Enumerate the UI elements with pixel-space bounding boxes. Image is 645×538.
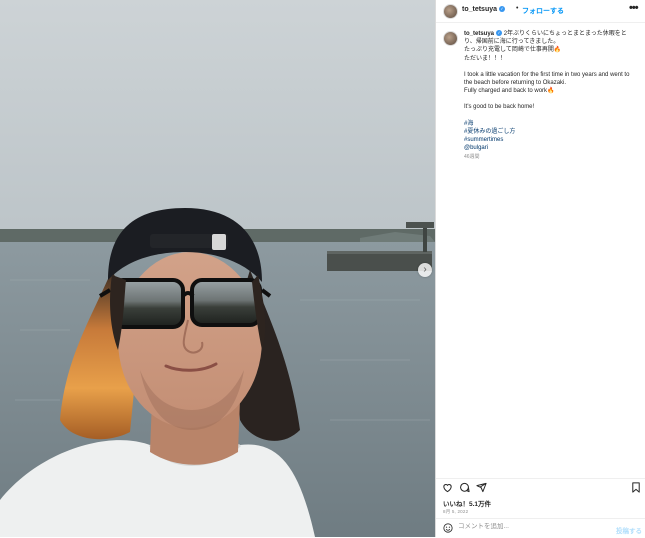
hashtag-link[interactable]: #海: [464, 120, 638, 128]
caption-username[interactable]: to_tetsuya: [464, 31, 494, 37]
chevron-right-icon: ›: [423, 264, 427, 275]
post-photo[interactable]: ›: [0, 0, 435, 537]
action-bar: [436, 478, 645, 497]
share-icon[interactable]: [476, 482, 487, 493]
follow-button[interactable]: フォローする: [522, 6, 564, 16]
caption-line-jp-3: ただいま！！！: [464, 55, 507, 62]
comment-bar: 投稿する: [436, 518, 645, 538]
post-date: 8月 5, 2022: [443, 509, 469, 514]
avatar[interactable]: [443, 4, 458, 19]
verified-badge-icon: ✓: [496, 30, 503, 37]
heart-icon[interactable]: [442, 482, 453, 493]
caption-line-en-2: Fully charged and back to work🔥: [464, 88, 555, 95]
post-comment-button[interactable]: 投稿する: [616, 525, 642, 535]
next-photo-button[interactable]: ›: [418, 263, 432, 277]
likes-count[interactable]: いいね！5.1万件: [443, 498, 491, 508]
caption-avatar[interactable]: [443, 31, 458, 46]
more-options-icon[interactable]: •••: [629, 2, 639, 14]
caption-line-home: It's good to be back home!: [464, 104, 535, 111]
caption-text: to_tetsuya ✓ 2年ぶりくらいにちょっとまとまった休暇をとり、帰国前に海…: [464, 30, 638, 162]
mention-link[interactable]: @bulgari: [464, 144, 638, 152]
username-text[interactable]: to_tetsuya: [462, 6, 497, 13]
selfie-photo: [0, 0, 435, 537]
hashtag-link[interactable]: #summertimes: [464, 136, 638, 144]
emoji-icon[interactable]: [443, 523, 453, 533]
verified-badge-icon: ✓: [499, 6, 506, 13]
header-username[interactable]: to_tetsuya ✓: [462, 6, 506, 13]
caption-line-jp-2: たっぷり充電して岡崎で仕事再開🔥: [464, 47, 562, 54]
bookmark-icon[interactable]: [631, 482, 641, 493]
instagram-post-embed: › to_tetsuya ✓ • フォローする ••• to_tetsuya ✓ 2…: [0, 0, 645, 537]
separator-dot: •: [516, 5, 519, 12]
comment-icon[interactable]: [459, 482, 470, 493]
caption-line-en-1: I took a little vacation for the first t…: [464, 71, 630, 87]
post-header: to_tetsuya ✓ • フォローする •••: [436, 0, 645, 23]
hashtag-link[interactable]: #夏休みの過ごし方: [464, 128, 638, 136]
comment-input[interactable]: [458, 523, 608, 530]
caption-time-ago: 46週間: [464, 154, 480, 161]
post-sidebar: to_tetsuya ✓ • フォローする ••• to_tetsuya ✓ 2年ぶ…: [435, 0, 645, 537]
